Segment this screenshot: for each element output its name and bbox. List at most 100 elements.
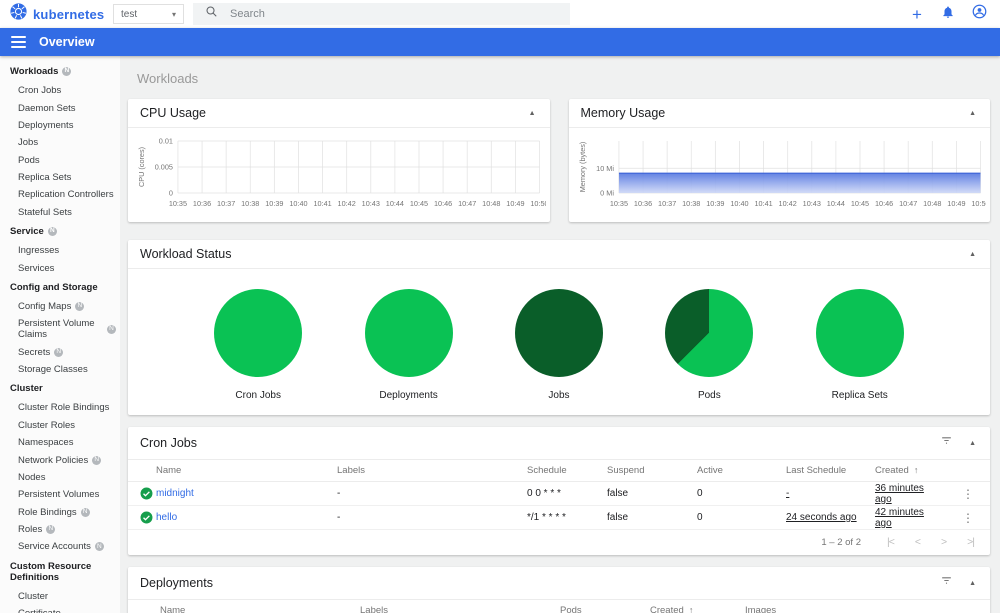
svg-text:0.01: 0.01 <box>159 137 173 146</box>
bell-icon <box>941 5 955 24</box>
collapse-caret-icon[interactable]: ▲ <box>967 578 978 589</box>
sidebar-item-certificate[interactable]: Certificate <box>0 605 120 613</box>
namespace-selector[interactable]: test ▾ <box>113 4 184 24</box>
column-header-name[interactable]: Name <box>156 465 337 476</box>
sidebar-section-custom-resource-definitions[interactable]: Custom Resource Definitions <box>0 556 120 588</box>
column-header-labels[interactable]: Labels <box>337 465 527 476</box>
collapse-caret-icon[interactable]: ▲ <box>967 438 978 449</box>
usage-charts-row: CPU Usage ▲ 10:35 10:36 10:37 10:38 10:39 10:… <box>128 99 990 222</box>
sidebar-item-service-accounts[interactable]: Service Accounts N <box>0 538 120 555</box>
sidebar-item-persistent-volumes[interactable]: Persistent Volumes <box>0 486 120 503</box>
sidebar-item-services[interactable]: Services <box>0 259 120 276</box>
sidebar-item-pods[interactable]: Pods <box>0 152 120 169</box>
search-input[interactable] <box>230 8 558 20</box>
sidebar-item-label: Persistent Volume Claims <box>18 318 95 341</box>
menu-button[interactable] <box>11 36 26 48</box>
namespaced-badge: N <box>94 542 104 552</box>
svg-text:10:41: 10:41 <box>313 199 331 208</box>
svg-text:10:38: 10:38 <box>682 199 700 208</box>
column-header-pods[interactable]: Pods <box>560 605 650 613</box>
sidebar-item-label: Role Bindings <box>18 506 77 518</box>
sidebar-section-service[interactable]: Service N <box>0 221 120 242</box>
column-header-last-schedule[interactable]: Last Schedule <box>786 465 875 476</box>
cron-jobs-card: Cron Jobs ▲ Name Labels Schedule Suspend Act… <box>128 427 990 555</box>
cell-labels: - <box>337 488 341 499</box>
sidebar-section-config-and-storage[interactable]: Config and Storage <box>0 277 120 298</box>
row-actions-menu-button[interactable]: ⋮ <box>958 511 978 525</box>
cron-jobs-title: Cron Jobs <box>140 436 197 450</box>
column-header-name[interactable]: Name <box>160 605 360 613</box>
svg-text:10:45: 10:45 <box>410 199 428 208</box>
row-actions-menu-button[interactable]: ⋮ <box>958 487 978 501</box>
sidebar-item-secrets[interactable]: Secrets N <box>0 344 120 361</box>
page-breadcrumb: Overview <box>39 35 95 49</box>
kubernetes-helm-icon <box>10 3 27 25</box>
first-page-button[interactable]: |< <box>887 536 895 548</box>
column-header-images[interactable]: Images <box>745 605 942 613</box>
sidebar-section-cluster[interactable]: Cluster <box>0 378 120 399</box>
collapse-caret-icon[interactable]: ▲ <box>527 108 538 119</box>
column-header-suspend[interactable]: Suspend <box>607 465 697 476</box>
sidebar-item-ingresses[interactable]: Ingresses <box>0 242 120 259</box>
sidebar-item-label: Deployments <box>18 119 74 131</box>
sidebar-item-jobs[interactable]: Jobs <box>0 134 120 151</box>
sidebar-item-deployments[interactable]: Deployments <box>0 117 120 134</box>
svg-text:10:44: 10:44 <box>826 199 844 208</box>
sidebar-item-replica-sets[interactable]: Replica Sets <box>0 169 120 186</box>
sidebar-item-cluster-role-bindings[interactable]: Cluster Role Bindings <box>0 399 120 416</box>
namespaced-badge: N <box>62 67 72 76</box>
svg-text:0 Mi: 0 Mi <box>600 189 614 198</box>
column-header-schedule[interactable]: Schedule <box>527 465 607 476</box>
sidebar-item-cluster[interactable]: Cluster <box>0 588 120 605</box>
filter-button[interactable] <box>940 574 953 592</box>
sidebar-item-config-maps[interactable]: Config Maps N <box>0 298 120 315</box>
notifications-button[interactable] <box>939 5 957 23</box>
sidebar-item-cron-jobs[interactable]: Cron Jobs <box>0 82 120 99</box>
account-button[interactable] <box>970 4 988 23</box>
sidebar-item-replication-controllers[interactable]: Replication Controllers <box>0 186 120 203</box>
sidebar-item-label: Secrets <box>18 346 51 358</box>
namespaced-badge: N <box>107 324 116 334</box>
sidebar-item-storage-classes[interactable]: Storage Classes <box>0 361 120 378</box>
sidebar-item-persistent-volume-claims[interactable]: Persistent Volume Claims N <box>0 315 120 343</box>
collapse-caret-icon[interactable]: ▲ <box>967 249 978 260</box>
page-title: Workloads <box>137 71 199 86</box>
workload-status-pie-pods: Pods <box>665 289 754 401</box>
next-page-button[interactable]: > <box>941 536 947 548</box>
sidebar-item-network-policies[interactable]: Network Policies N <box>0 451 120 468</box>
filter-button[interactable] <box>940 434 953 452</box>
sidebar-item-daemon-sets[interactable]: Daemon Sets <box>0 99 120 116</box>
column-header-created[interactable]: Created ↑ <box>875 465 942 476</box>
kubernetes-logo: kubernetes <box>0 3 113 25</box>
sidebar-item-namespaces[interactable]: Namespaces <box>0 434 120 451</box>
sidebar-item-label: Cron Jobs <box>18 85 62 97</box>
section-label: Workloads <box>10 66 59 77</box>
svg-text:10:37: 10:37 <box>658 199 676 208</box>
sidebar-item-roles[interactable]: Roles N <box>0 521 120 538</box>
sidebar-item-stateful-sets[interactable]: Stateful Sets <box>0 204 120 221</box>
sidebar-item-nodes[interactable]: Nodes <box>0 469 120 486</box>
sidebar-item-label: Roles <box>18 524 43 536</box>
namespaced-badge: N <box>75 301 85 311</box>
svg-text:10:49: 10:49 <box>947 199 965 208</box>
sidebar-item-label: Service Accounts <box>18 541 91 553</box>
column-header-created[interactable]: Created ↑ <box>650 605 745 613</box>
last-page-button[interactable]: >| <box>967 536 975 548</box>
search-bar[interactable] <box>193 3 570 25</box>
column-header-labels[interactable]: Labels <box>360 605 560 613</box>
svg-text:10:49: 10:49 <box>506 199 524 208</box>
previous-page-button[interactable]: < <box>915 536 921 548</box>
pie-chart-label: Replica Sets <box>831 390 888 401</box>
sidebar-item-role-bindings[interactable]: Role Bindings N <box>0 504 120 521</box>
sidebar-item-label: Namespaces <box>18 437 74 449</box>
topbar-actions: + <box>908 4 1000 23</box>
cell-name[interactable]: midnight <box>156 488 337 499</box>
sidebar-section-workloads[interactable]: Workloads N <box>0 61 120 82</box>
column-header-active[interactable]: Active <box>697 465 786 476</box>
sidebar-item-label: Ingresses <box>18 245 60 257</box>
cell-name[interactable]: hello <box>156 512 337 523</box>
collapse-caret-icon[interactable]: ▲ <box>967 108 978 119</box>
sidebar-item-cluster-roles[interactable]: Cluster Roles <box>0 417 120 434</box>
create-resource-button[interactable]: + <box>908 5 926 23</box>
svg-text:10:43: 10:43 <box>362 199 380 208</box>
